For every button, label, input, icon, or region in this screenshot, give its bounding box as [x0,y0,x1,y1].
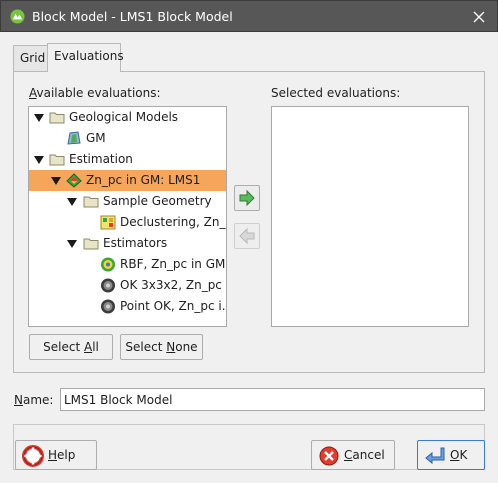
ok-button[interactable]: OK [417,440,485,470]
remove-evaluation-button[interactable] [234,223,260,249]
tree-item-gm[interactable]: GM [29,128,226,149]
tree-item-ok-3x3x2[interactable]: OK 3x3x2, Zn_pc i... [29,275,226,296]
select-all-button[interactable]: Select All [29,334,113,360]
selected-evaluations-label: Selected evaluations: [271,86,401,100]
app-logo-icon [10,9,25,24]
tree-item-declustering[interactable]: Declustering, Zn_... [29,212,226,233]
close-icon[interactable] [470,8,488,26]
tree-item-sample-geometry[interactable]: Sample Geometry [29,191,226,212]
help-button[interactable]: Help [15,440,97,470]
tree-item-rbf-estimator[interactable]: RBF, Zn_pc in GM... [29,254,226,275]
expanded-triangle-icon[interactable] [51,177,61,185]
expanded-triangle-icon[interactable] [34,156,44,164]
selected-evaluations-list[interactable] [271,106,469,327]
expanded-triangle-icon[interactable] [67,198,77,206]
tab-evaluations-label: Evaluations [54,49,124,63]
tree-item-point-ok[interactable]: Point OK, Zn_pc i... [29,296,226,317]
add-evaluation-button[interactable] [234,185,260,211]
expanded-triangle-icon[interactable] [34,114,44,122]
name-label: Name: [14,393,54,407]
folder-icon [49,154,65,166]
folder-icon [83,196,99,208]
arrow-right-icon [239,189,255,207]
cancel-icon [319,446,339,466]
kriging-estimator-icon [101,299,115,314]
domained-estimation-icon [66,173,82,188]
dialog-footer: Help Cancel OK [13,424,485,470]
tree-item-estimators[interactable]: Estimators [29,233,226,254]
folder-icon [49,112,65,124]
tab-grid-label: Grid [20,51,46,65]
ok-enter-icon [425,447,445,465]
declustering-icon [100,215,116,230]
available-evaluations-tree[interactable]: Geological Models GM Estimation Zn_pc in… [28,106,227,327]
geological-model-icon [67,131,81,145]
tree-item-zn-pc-in-gm-lms1[interactable]: Zn_pc in GM: LMS1 [29,170,226,191]
tab-evaluations[interactable]: Evaluations [47,43,124,72]
rbf-estimator-icon [101,257,115,272]
title-bar: Block Model - LMS1 Block Model [0,0,498,32]
expanded-triangle-icon[interactable] [67,240,77,248]
kriging-estimator-icon [101,278,115,293]
cancel-button[interactable]: Cancel [311,440,395,470]
tab-grid[interactable]: Grid [13,45,48,71]
select-none-button[interactable]: Select None [120,334,203,360]
name-field[interactable] [60,388,485,411]
arrow-left-icon [239,227,255,245]
tree-item-geological-models[interactable]: Geological Models [29,107,226,128]
available-evaluations-label: Available evaluations: [29,86,161,100]
lifebuoy-icon [22,445,44,467]
folder-icon [83,238,99,250]
window-title: Block Model - LMS1 Block Model [32,9,233,24]
tree-item-estimation[interactable]: Estimation [29,149,226,170]
